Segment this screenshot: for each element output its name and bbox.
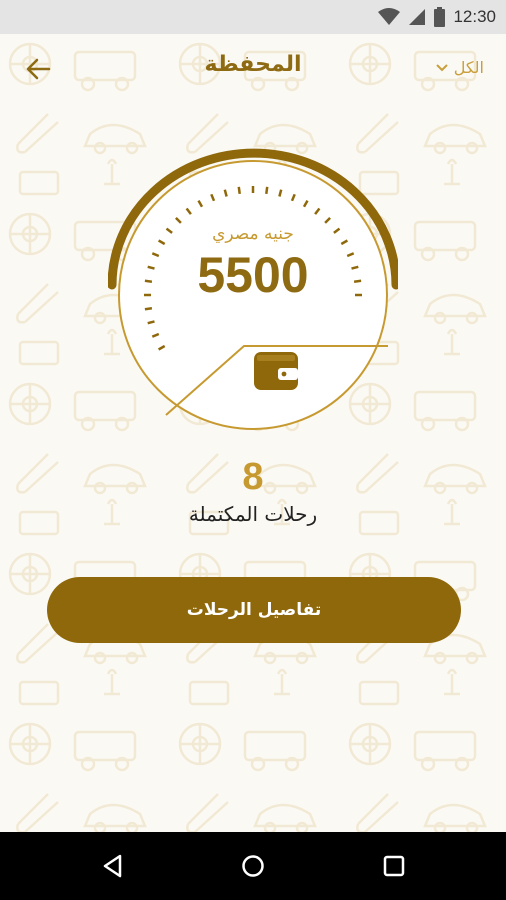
wifi-icon [378, 8, 401, 25]
back-button[interactable] [18, 51, 58, 87]
completed-trips-count: 8 [242, 456, 264, 498]
trip-details-label: تفاصيل الرحلات [186, 600, 322, 620]
page-title: المحفظة [204, 52, 302, 77]
wallet-screen: المحفظة الكل جنيه مصري 5500 8 رحلات المك… [0, 34, 506, 832]
nav-recents-button[interactable] [376, 848, 412, 884]
filter-dropdown[interactable]: الكل [436, 58, 484, 77]
arrow-left-icon [26, 58, 51, 80]
gauge-tick [147, 320, 155, 325]
wallet-icon [254, 352, 298, 390]
balance-currency: جنيه مصري [212, 224, 294, 244]
gauge-tick [144, 307, 153, 311]
gauge-tick [223, 189, 228, 197]
status-bar: 12:30 [0, 0, 506, 34]
navigation-bar [0, 832, 506, 900]
chevron-down-icon [436, 63, 448, 71]
nav-home-button[interactable] [235, 848, 271, 884]
app-header: المحفظة الكل [0, 34, 506, 104]
square-recents-icon [383, 855, 405, 877]
filter-label: الكل [453, 58, 484, 77]
nav-back-button[interactable] [95, 848, 131, 884]
trip-details-button[interactable]: تفاصيل الرحلات [47, 577, 461, 643]
gauge-tick [278, 189, 283, 197]
circle-home-icon [242, 855, 264, 877]
gauge-tick [237, 186, 241, 195]
status-time: 12:30 [453, 7, 496, 26]
balance-value: 5500 [197, 247, 309, 303]
triangle-back-icon [103, 854, 122, 878]
completed-trips-label: رحلات المكتملة [188, 502, 318, 526]
battery-icon [434, 7, 446, 27]
gauge-tick [265, 186, 269, 195]
signal-icon [409, 9, 426, 25]
